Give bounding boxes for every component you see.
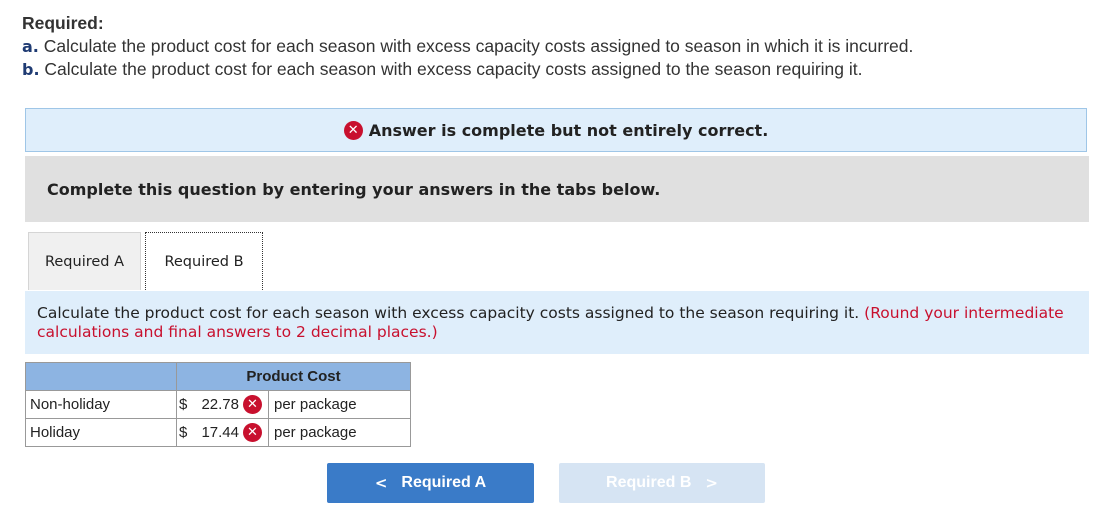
unit-label: per package (268, 391, 357, 418)
unit-label: per package (268, 419, 357, 446)
requirement-b-text: Calculate the product cost for each seas… (44, 59, 863, 79)
incorrect-x-icon: ✕ (243, 423, 262, 442)
requirement-a-letter: a. (22, 37, 39, 56)
x-circle-icon: ✕ (343, 120, 363, 140)
row-label-non-holiday: Non-holiday (25, 390, 177, 419)
tab-required-b-label: Required B (164, 253, 244, 270)
holiday-cost-input[interactable]: 17.44 (197, 424, 243, 441)
previous-required-a-button[interactable]: < Required A (327, 463, 534, 503)
table-row: Non-holiday $ 22.78 ✕ per package (25, 390, 411, 419)
table-header-row: Product Cost (25, 362, 411, 391)
tab-required-a-label: Required A (44, 253, 125, 270)
next-button-label: Required B (606, 474, 692, 491)
next-required-b-button: Required B > (559, 463, 765, 503)
requirements-block: Required: a. Calculate the product cost … (22, 12, 913, 81)
tab-required-b[interactable]: Required B (145, 232, 263, 290)
cost-cell-holiday: $ 17.44 ✕ per package (176, 418, 411, 447)
incorrect-x-icon: ✕ (243, 395, 262, 414)
chevron-left-icon: < (374, 474, 388, 492)
tab-required-a[interactable]: Required A (28, 232, 141, 290)
product-cost-table: Product Cost Non-holiday $ 22.78 ✕ per p… (25, 362, 411, 447)
requirement-a-text: Calculate the product cost for each seas… (43, 36, 914, 56)
row-label-holiday: Holiday (25, 418, 177, 447)
requirement-a: a. Calculate the product cost for each s… (22, 35, 913, 58)
previous-button-label: Required A (401, 474, 487, 491)
currency-symbol: $ (179, 424, 188, 441)
answer-status-text: Answer is complete but not entirely corr… (368, 120, 769, 140)
answer-status-banner: ✕ Answer is complete but not entirely co… (25, 108, 1087, 152)
requirement-b-letter: b. (22, 60, 40, 79)
non-holiday-cost-input[interactable]: 22.78 (197, 396, 243, 413)
chevron-right-icon: > (705, 474, 718, 492)
instructions-text: Complete this question by entering your … (47, 179, 661, 199)
required-title: Required: (22, 13, 104, 33)
question-panel: Calculate the product cost for each seas… (25, 291, 1089, 354)
header-blank-cell (25, 362, 177, 391)
cost-cell-non-holiday: $ 22.78 ✕ per package (176, 390, 411, 419)
table-row: Holiday $ 17.44 ✕ per package (25, 418, 411, 447)
instructions-bar: Complete this question by entering your … (25, 156, 1089, 222)
header-product-cost: Product Cost (176, 362, 411, 391)
currency-symbol: $ (179, 396, 188, 413)
question-text: Calculate the product cost for each seas… (37, 304, 860, 322)
requirement-b: b. Calculate the product cost for each s… (22, 58, 913, 81)
